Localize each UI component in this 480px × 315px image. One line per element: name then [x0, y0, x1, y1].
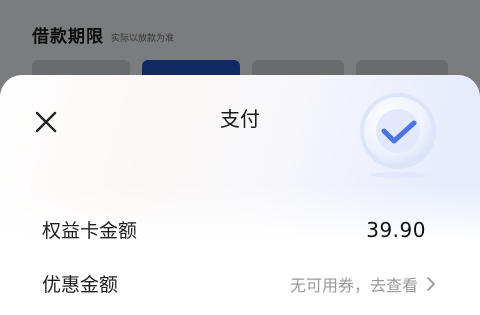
view-coupons-link[interactable]: 无可用券，去查看: [290, 272, 436, 296]
check-badge-icon: [360, 93, 436, 178]
rights-card-amount-label: 权益卡金额: [42, 220, 138, 242]
discount-amount-label: 优惠金额: [42, 274, 119, 296]
coupon-status-text: 无可用券，去查看: [289, 276, 418, 295]
chevron-right-icon: [427, 277, 435, 291]
rights-card-amount-value: 39.90: [366, 218, 426, 242]
payment-sheet: 支付 权益卡金额 39.90 优惠金额 无可用券，去查看: [0, 75, 480, 315]
